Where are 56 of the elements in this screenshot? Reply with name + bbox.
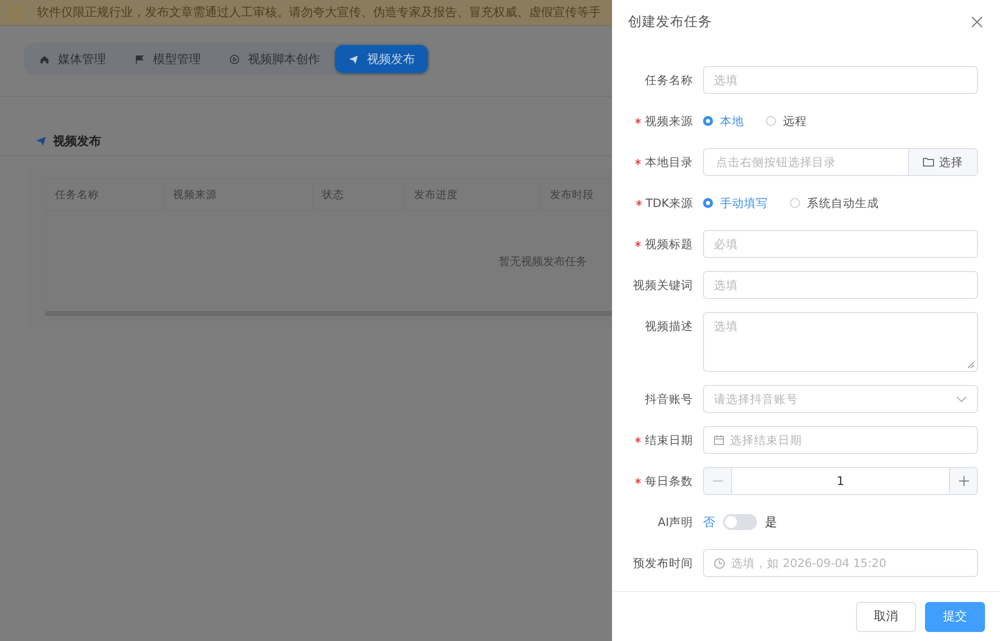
paper-plane-icon: [35, 135, 47, 147]
resize-handle-icon[interactable]: [967, 361, 975, 369]
notice-text: 软件仅限正规行业，发布文章需通过人工审核。请勿夸大宣传、伪造专家及报告、冒充权威、虚假宣传等手: [37, 4, 601, 21]
play-circle-icon: [229, 54, 240, 64]
input-field[interactable]: 点击右侧按钮选择目录: [716, 149, 890, 175]
toggle-switch[interactable]: [723, 514, 757, 530]
submit-button[interactable]: 提交: [925, 602, 985, 632]
calendar-icon: [714, 435, 724, 445]
input-field[interactable]: 选填，如 2026-09-04 15:20: [731, 550, 967, 576]
cancel-button[interactable]: 取消: [856, 602, 916, 632]
field-label: 预发布时间: [633, 556, 693, 570]
radio-option[interactable]: 本地: [703, 114, 744, 128]
account-select[interactable]: 请选择抖音账号: [703, 385, 978, 413]
field-label: 每日条数: [645, 474, 693, 488]
date-field[interactable]: 选择结束日期: [703, 426, 978, 454]
field-label: 视频标题: [645, 236, 693, 252]
switch-label: 是: [765, 514, 777, 530]
time-field[interactable]: 选填，如 2026-09-04 15:20: [703, 549, 978, 577]
field-label: 本地目录: [645, 154, 693, 170]
field-label: AI声明: [658, 514, 693, 530]
nav-tab[interactable]: 模型管理: [121, 45, 214, 73]
empty-message: 暂无视频发布任务: [499, 254, 587, 268]
input-field[interactable]: 请选择抖音账号: [714, 386, 950, 412]
column-header: 发布进度: [404, 178, 540, 211]
directory-field[interactable]: 点击右侧按钮选择目录 选择: [703, 148, 978, 176]
chevron-down-icon: [956, 396, 967, 402]
field-label: 结束日期: [645, 432, 693, 448]
column-header: 任务名称: [45, 178, 163, 211]
text-area-field[interactable]: 选填: [703, 312, 978, 372]
home-icon: [39, 54, 50, 64]
nav-tab[interactable]: 视频发布: [335, 45, 428, 73]
nav-tab[interactable]: 媒体管理: [26, 45, 119, 73]
clock-icon: [714, 558, 725, 568]
field-label: 抖音账号: [645, 392, 693, 406]
field-label: 视频描述: [645, 318, 693, 334]
column-header: 状态: [312, 178, 404, 211]
column-header: 视频来源: [163, 178, 312, 211]
switch-label: 否: [703, 514, 715, 530]
field-label: 任务名称: [645, 72, 693, 88]
radio-option[interactable]: 远程: [766, 114, 807, 128]
field-label: TDK来源: [646, 196, 693, 210]
close-icon[interactable]: [970, 15, 984, 29]
input-field[interactable]: 选择结束日期: [730, 427, 967, 453]
warning-icon: [9, 6, 23, 20]
text-area[interactable]: 选填: [714, 319, 967, 363]
field-label: 视频来源: [645, 114, 693, 128]
nav-tab[interactable]: 视频脚本创作: [216, 45, 333, 73]
flag-icon: [134, 54, 145, 64]
radio-option[interactable]: 手动填写: [703, 196, 768, 210]
paper-plane-icon: [348, 54, 359, 64]
choose-button[interactable]: 选择: [908, 149, 977, 175]
section-title: 视频发布: [53, 132, 101, 150]
field-label: 视频关键词: [633, 278, 693, 292]
folder-icon: [923, 157, 934, 167]
drawer-title: 创建发布任务: [628, 13, 712, 31]
radio-option[interactable]: 系统自动生成: [790, 196, 879, 210]
